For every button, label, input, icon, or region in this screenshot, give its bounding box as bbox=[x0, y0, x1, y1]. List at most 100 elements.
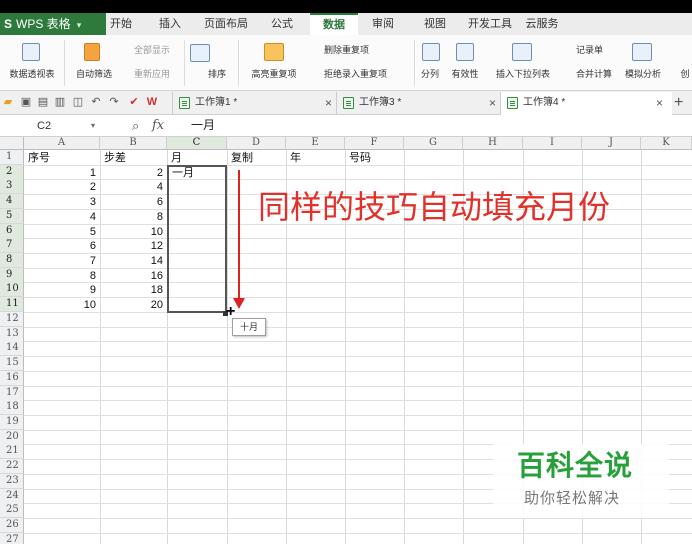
doc-tab-2[interactable]: 工作簿3 * bbox=[336, 92, 500, 115]
col-header-f[interactable]: F bbox=[345, 137, 404, 150]
cell-a2[interactable]: 1 bbox=[25, 166, 99, 180]
cell-d1[interactable]: 复制 bbox=[228, 151, 285, 165]
row-header-19[interactable]: 19 bbox=[0, 415, 24, 430]
cell-b4[interactable]: 6 bbox=[101, 195, 166, 209]
cell-b5[interactable]: 8 bbox=[101, 210, 166, 224]
tab-review[interactable]: 审阅 bbox=[366, 13, 400, 35]
row-header-6[interactable]: 6 bbox=[0, 224, 24, 239]
tab-home[interactable]: 开始 bbox=[104, 13, 138, 35]
formula-input[interactable]: 一月 bbox=[191, 115, 215, 136]
row-header-16[interactable]: 16 bbox=[0, 371, 24, 386]
cell-b8[interactable]: 14 bbox=[101, 254, 166, 268]
row-header-26[interactable]: 26 bbox=[0, 518, 24, 533]
row-header-5[interactable]: 5 bbox=[0, 209, 24, 224]
col-header-k[interactable]: K bbox=[641, 137, 692, 150]
cell-c1[interactable]: 月 bbox=[168, 151, 226, 165]
close-icon[interactable]: × bbox=[489, 92, 496, 114]
save-icon[interactable]: ▣ bbox=[20, 95, 32, 109]
zoom-search-icon[interactable]: ⌕ bbox=[132, 115, 139, 136]
cell-a10[interactable]: 9 bbox=[25, 283, 99, 297]
close-icon[interactable]: × bbox=[325, 92, 332, 114]
col-header-e[interactable]: E bbox=[286, 137, 345, 150]
cell-b9[interactable]: 16 bbox=[101, 269, 166, 283]
cell-c2[interactable]: 一月 bbox=[169, 166, 225, 180]
doc-tab-1[interactable]: 工作簿1 * bbox=[172, 92, 336, 115]
row-header-2[interactable]: 2 bbox=[0, 165, 24, 180]
row-header-20[interactable]: 20 bbox=[0, 430, 24, 445]
tab-page-layout[interactable]: 页面布局 bbox=[200, 13, 252, 35]
cell-a4[interactable]: 3 bbox=[25, 195, 99, 209]
row-header-27[interactable]: 27 bbox=[0, 533, 24, 544]
pivot-table-button[interactable]: 数据透视表 bbox=[4, 67, 60, 80]
cell-a6[interactable]: 5 bbox=[25, 225, 99, 239]
cell-a1[interactable]: 序号 bbox=[25, 151, 99, 165]
col-header-i[interactable]: I bbox=[523, 137, 582, 150]
reject-duplicates-button[interactable]: 拒绝录入重复项 bbox=[310, 67, 412, 80]
insert-function-button[interactable]: fx bbox=[152, 115, 164, 136]
show-all-button[interactable]: 全部显示 bbox=[120, 43, 178, 56]
row-header-3[interactable]: 3 bbox=[0, 179, 24, 194]
row-header-11[interactable]: 11 bbox=[0, 297, 24, 312]
col-header-c[interactable]: C bbox=[167, 137, 227, 150]
print-icon[interactable]: ▥ bbox=[54, 95, 66, 109]
col-header-g[interactable]: G bbox=[404, 137, 463, 150]
col-header-h[interactable]: H bbox=[463, 137, 523, 150]
row-header-21[interactable]: 21 bbox=[0, 444, 24, 459]
row-header-23[interactable]: 23 bbox=[0, 474, 24, 489]
export-icon[interactable]: ▤ bbox=[37, 95, 49, 109]
consolidate-button[interactable]: 合并计算 bbox=[562, 67, 618, 80]
row-header-4[interactable]: 4 bbox=[0, 194, 24, 209]
row-header-13[interactable]: 13 bbox=[0, 327, 24, 342]
col-header-b[interactable]: B bbox=[100, 137, 167, 150]
record-form-button[interactable]: 记录单 bbox=[562, 43, 608, 56]
create-button[interactable]: 创 bbox=[678, 67, 692, 80]
cell-a9[interactable]: 8 bbox=[25, 269, 99, 283]
cell-a8[interactable]: 7 bbox=[25, 254, 99, 268]
cell-a3[interactable]: 2 bbox=[25, 180, 99, 194]
what-if-button[interactable]: 模拟分析 bbox=[622, 67, 664, 80]
row-header-1[interactable]: 1 bbox=[0, 150, 24, 165]
row-header-15[interactable]: 15 bbox=[0, 356, 24, 371]
tab-cloud[interactable]: 云服务 bbox=[522, 13, 562, 35]
validation-button[interactable]: 有效性 bbox=[446, 67, 484, 80]
cell-b1[interactable]: 步差 bbox=[101, 151, 166, 165]
tab-view[interactable]: 视图 bbox=[418, 13, 452, 35]
row-header-10[interactable]: 10 bbox=[0, 282, 24, 297]
new-tab-icon[interactable]: + bbox=[674, 92, 683, 114]
app-logo-menu[interactable]: S WPS 表格 ▾ bbox=[0, 13, 106, 35]
row-header-9[interactable]: 9 bbox=[0, 268, 24, 283]
doc-tab-3[interactable]: 工作簿4 * bbox=[500, 92, 672, 115]
row-header-14[interactable]: 14 bbox=[0, 341, 24, 356]
open-folder-icon[interactable]: ▰ bbox=[2, 95, 14, 109]
col-header-d[interactable]: D bbox=[227, 137, 286, 150]
undo-icon[interactable]: ↶ bbox=[90, 95, 102, 109]
redo-icon[interactable]: ↷ bbox=[108, 95, 120, 109]
highlight-duplicates-button[interactable]: 高亮重复项 bbox=[244, 67, 304, 80]
cell-a7[interactable]: 6 bbox=[25, 239, 99, 253]
remove-duplicates-button[interactable]: 删除重复项 bbox=[310, 43, 390, 56]
cell-b2[interactable]: 2 bbox=[101, 166, 166, 180]
row-header-24[interactable]: 24 bbox=[0, 489, 24, 504]
select-all-corner[interactable] bbox=[0, 137, 24, 150]
cell-a11[interactable]: 10 bbox=[25, 298, 99, 312]
cell-f1[interactable]: 号码 bbox=[346, 151, 403, 165]
cell-b3[interactable]: 4 bbox=[101, 180, 166, 194]
format-painter-icon[interactable]: ✔ bbox=[128, 95, 140, 109]
tab-data[interactable]: 数据 bbox=[310, 13, 358, 35]
row-header-22[interactable]: 22 bbox=[0, 459, 24, 474]
split-column-button[interactable]: 分列 bbox=[416, 67, 444, 80]
cell-b6[interactable]: 10 bbox=[101, 225, 166, 239]
reapply-button[interactable]: 重新应用 bbox=[120, 67, 178, 80]
auto-filter-button[interactable]: 自动筛选 bbox=[70, 67, 118, 80]
col-header-a[interactable]: A bbox=[24, 137, 100, 150]
cell-b11[interactable]: 20 bbox=[101, 298, 166, 312]
tab-developer[interactable]: 开发工具 bbox=[464, 13, 516, 35]
row-header-7[interactable]: 7 bbox=[0, 238, 24, 253]
row-header-17[interactable]: 17 bbox=[0, 386, 24, 401]
cell-b7[interactable]: 12 bbox=[101, 239, 166, 253]
row-header-12[interactable]: 12 bbox=[0, 312, 24, 327]
print-preview-icon[interactable]: ◫ bbox=[72, 95, 84, 109]
row-header-18[interactable]: 18 bbox=[0, 400, 24, 415]
sort-button[interactable]: 排序 bbox=[188, 67, 232, 80]
name-box[interactable]: C2 bbox=[0, 115, 101, 137]
